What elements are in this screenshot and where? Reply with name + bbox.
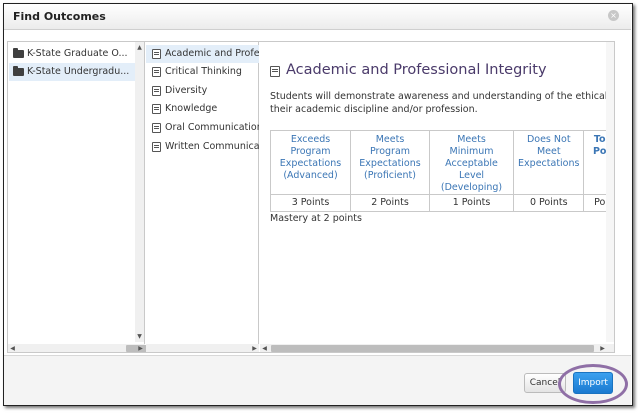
import-button[interactable]: Import [573, 372, 613, 394]
outcome-item-label: Diversity [165, 85, 208, 96]
group-item-undergraduate[interactable]: K-State Undergradu... [9, 63, 135, 81]
scroll-left-icon[interactable]: ◀ [260, 344, 269, 352]
scroll-down-icon[interactable]: ▼ [135, 332, 144, 341]
close-icon[interactable]: × [608, 10, 619, 21]
rating-points: 3 Points [269, 194, 352, 212]
group-item-graduate[interactable]: K-State Graduate O... [9, 45, 135, 63]
rating-points: 1 Points [428, 194, 515, 212]
group-item-label: K-State Graduate O... [27, 48, 128, 59]
folder-icon [13, 66, 24, 76]
outcome-detail-pane: Academic and Professional Integrity Stud… [260, 42, 614, 342]
outcome-icon [152, 104, 161, 114]
outcome-groups-column: K-State Graduate O... K-State Undergradu… [8, 42, 182, 352]
rating-points: 2 Points [350, 194, 430, 212]
rating-description: Exceeds Program Expectations (Advanced) [269, 130, 352, 195]
find-outcomes-dialog: Find Outcomes × K-State Graduate O... K-… [3, 3, 633, 406]
outcomes-browser: K-State Graduate O... K-State Undergradu… [7, 41, 615, 353]
rating-points: 0 Points [513, 194, 585, 212]
group-item-label: K-State Undergradu... [27, 66, 130, 77]
scroll-right-icon[interactable]: ▶ [598, 344, 607, 352]
outcomes-column: Academic and Profe... Critical Thinking … [146, 42, 259, 352]
rating-description: Does Not Meet Expectations [513, 130, 585, 195]
outcome-icon [152, 67, 161, 77]
dialog-titlebar: Find Outcomes × [4, 4, 631, 30]
outcome-icon [152, 142, 161, 152]
outcome-description: Students will demonstrate awareness and … [270, 91, 614, 115]
folder-icon [13, 48, 24, 58]
outcome-item-academic[interactable]: Academic and Profe... [146, 45, 259, 63]
detail-horizontal-scrollbar[interactable]: ◀ ▶ [260, 344, 614, 352]
outcome-item-oral-communication[interactable]: Oral Communication [146, 119, 259, 137]
detail-vertical-scrollbar[interactable] [606, 42, 614, 342]
outcome-item-written-communication[interactable]: Written Communicat... [146, 138, 259, 156]
dialog-title: Find Outcomes [13, 10, 106, 23]
outcome-icon [152, 49, 161, 59]
outcome-item-label: Knowledge [165, 103, 218, 114]
scroll-right-icon[interactable]: ▶ [250, 344, 259, 352]
scroll-left-icon[interactable]: ◀ [8, 344, 17, 352]
outcome-item-label: Oral Communication [165, 122, 259, 133]
ratings-table: Exceeds Program Expectations (Advanced) … [269, 130, 614, 212]
rating-description: Meets Minimum Acceptable Level (Developi… [428, 130, 515, 195]
outcome-title: Academic and Professional Integrity [286, 62, 547, 78]
groups-vertical-scrollbar[interactable]: ▲ ▼ [135, 42, 144, 342]
outcome-icon [152, 86, 161, 96]
groups-horizontal-scrollbar[interactable]: ◀ ▶ [8, 344, 182, 352]
outcome-item-knowledge[interactable]: Knowledge [146, 100, 259, 118]
outcome-icon [152, 123, 161, 133]
rating-description: Meets Program Expectations (Proficient) [350, 130, 430, 195]
mastery-text: Mastery at 2 points [270, 213, 362, 224]
dialog-footer: Cancel Import [4, 355, 631, 405]
scroll-up-icon[interactable]: ▲ [135, 43, 144, 52]
scrollbar-thumb[interactable] [271, 345, 594, 352]
outcome-item-label: Written Communicat... [165, 141, 259, 152]
outcome-icon [270, 66, 280, 77]
outcome-item-diversity[interactable]: Diversity [146, 82, 259, 100]
outcome-item-critical-thinking[interactable]: Critical Thinking [146, 63, 259, 81]
outcome-item-label: Academic and Profe... [165, 48, 259, 59]
outcome-item-label: Critical Thinking [165, 66, 242, 77]
outcomes-horizontal-scrollbar[interactable]: ▶ [146, 344, 259, 352]
scroll-right-icon[interactable]: ▶ [136, 344, 145, 352]
